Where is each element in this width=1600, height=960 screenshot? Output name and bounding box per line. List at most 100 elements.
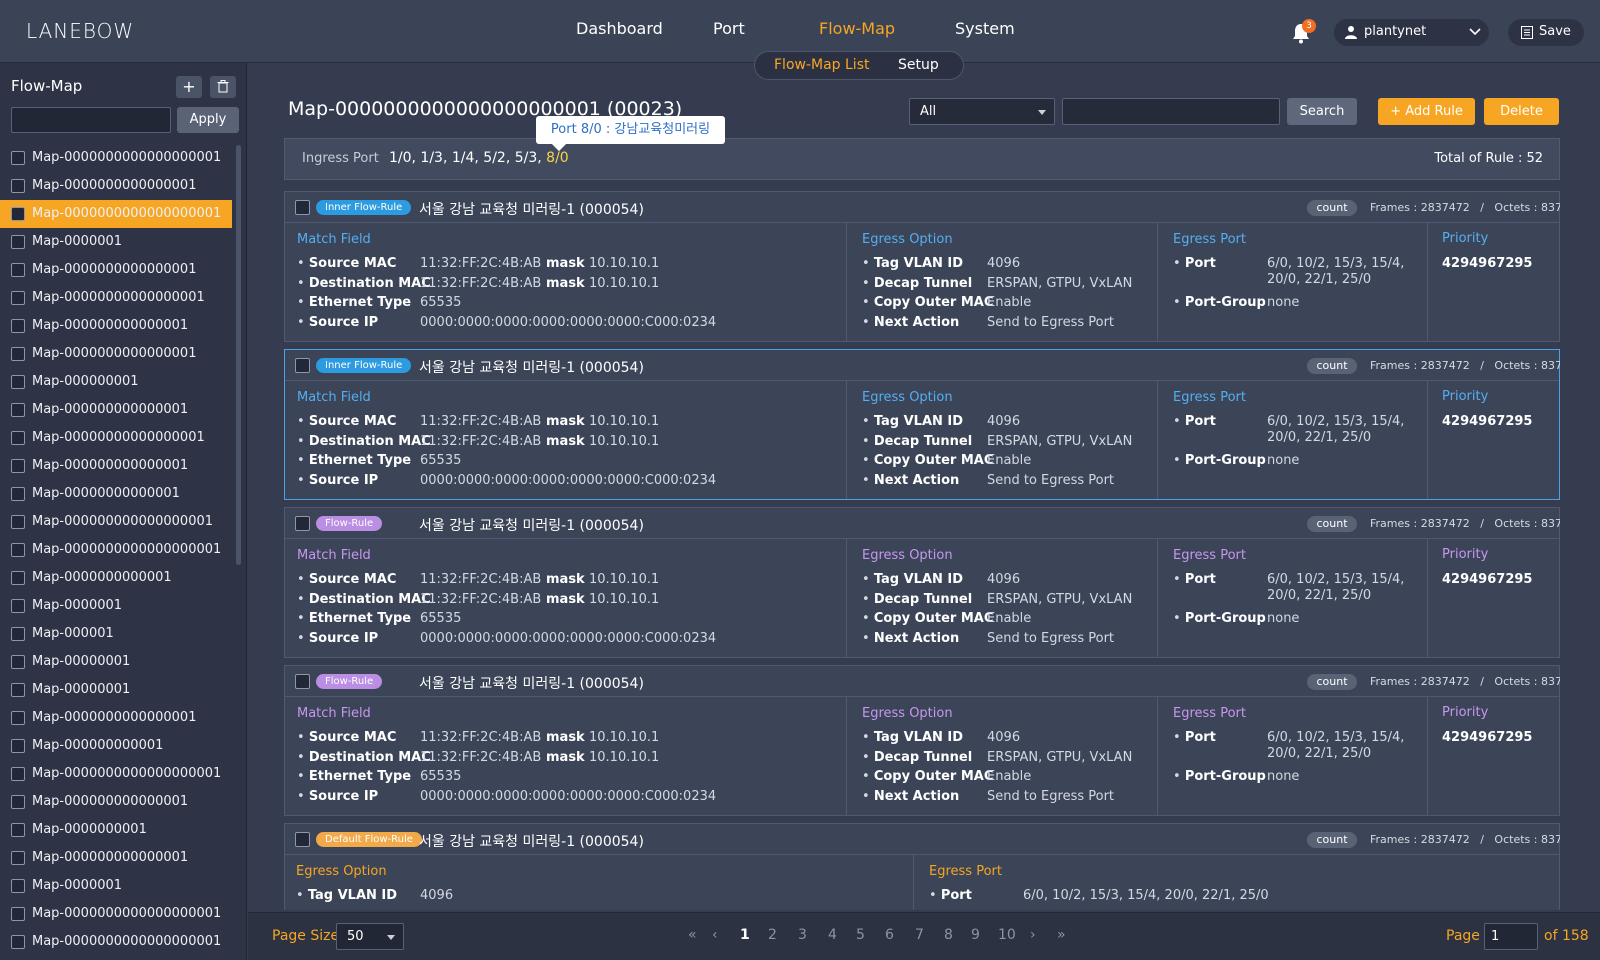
map-list-item[interactable]: Map-0000000000000001 <box>0 704 232 732</box>
map-checkbox[interactable] <box>11 179 25 193</box>
map-checkbox[interactable] <box>11 319 25 333</box>
map-list-item[interactable]: Map-0000000000000000001 <box>0 900 232 928</box>
map-checkbox[interactable] <box>11 151 25 165</box>
nav-dashboard[interactable]: Dashboard <box>576 19 663 38</box>
map-list-item[interactable]: Map-0000000000000000001 <box>0 928 232 956</box>
page-number-input[interactable] <box>1484 923 1538 950</box>
map-list-item[interactable]: Map-000000001 <box>0 368 232 396</box>
map-filter-input[interactable] <box>11 107 171 133</box>
map-list-item[interactable]: Map-0000000000000000001 <box>0 536 232 564</box>
rule-checkbox[interactable] <box>295 674 310 689</box>
delete-button[interactable]: Delete <box>1484 98 1559 125</box>
map-list-item[interactable]: Map-0000000001 <box>0 816 232 844</box>
map-list-item[interactable]: Map-000000000000001 <box>0 312 232 340</box>
map-checkbox[interactable] <box>11 515 25 529</box>
map-checkbox[interactable] <box>11 347 25 361</box>
map-list-item[interactable]: Map-000000000000001 <box>0 788 232 816</box>
nav-system[interactable]: System <box>955 19 1015 38</box>
rule-card[interactable]: Flow-Rule 서울 강남 교육청 미러링-1 (000054) count Fr… <box>284 665 1560 816</box>
rule-checkbox[interactable] <box>295 516 310 531</box>
map-checkbox[interactable] <box>11 711 25 725</box>
map-list-item[interactable]: Map-000001 <box>0 620 232 648</box>
map-list-item[interactable]: Map-000000000000000001 <box>0 508 232 536</box>
map-checkbox[interactable] <box>11 683 25 697</box>
map-checkbox[interactable] <box>11 291 25 305</box>
map-checkbox[interactable] <box>11 207 25 221</box>
map-list-item[interactable]: Map-00000000000000001 <box>0 424 232 452</box>
map-list-item[interactable]: Map-000000000000001 <box>0 396 232 424</box>
page-link[interactable]: 2 <box>768 927 777 943</box>
map-list-item[interactable]: Map-00000000000000001 <box>0 284 232 312</box>
map-list-item[interactable]: Map-00000001 <box>0 676 232 704</box>
page-link[interactable]: 7 <box>915 927 924 943</box>
add-map-button[interactable]: + <box>176 76 202 98</box>
page-size-select[interactable]: 50 <box>336 923 404 950</box>
map-checkbox[interactable] <box>11 235 25 249</box>
map-list-item[interactable]: Map-000000000001 <box>0 732 232 760</box>
map-checkbox[interactable] <box>11 543 25 557</box>
map-list-item[interactable]: Map-000000000000001 <box>0 452 232 480</box>
ingress-port-highlight[interactable]: 8/0 <box>546 150 569 166</box>
map-checkbox[interactable] <box>11 487 25 501</box>
map-checkbox[interactable] <box>11 431 25 445</box>
map-list-item[interactable]: Map-0000000000000000001 <box>0 200 232 228</box>
rule-checkbox[interactable] <box>295 358 310 373</box>
page-link[interactable]: 3 <box>798 927 807 943</box>
save-button[interactable]: Save <box>1508 19 1584 46</box>
next-page-icon[interactable]: › <box>1030 927 1036 943</box>
first-page-icon[interactable]: « <box>688 927 697 943</box>
map-list-item[interactable]: Map-0000000000001 <box>0 564 232 592</box>
rule-card[interactable]: Flow-Rule 서울 강남 교육청 미러링-1 (000054) count Fr… <box>284 507 1560 658</box>
search-button[interactable]: Search <box>1287 98 1357 125</box>
page-link[interactable]: 9 <box>971 927 980 943</box>
map-checkbox[interactable] <box>11 823 25 837</box>
page-link[interactable]: 5 <box>856 927 865 943</box>
search-input[interactable] <box>1062 98 1280 125</box>
map-checkbox[interactable] <box>11 935 25 949</box>
rule-card[interactable]: Inner Flow-Rule 서울 강남 교육청 미러링-1 (000054) c… <box>284 191 1560 342</box>
map-checkbox[interactable] <box>11 627 25 641</box>
rule-filter-select[interactable]: All <box>909 98 1055 125</box>
map-checkbox[interactable] <box>11 907 25 921</box>
rule-checkbox[interactable] <box>295 200 310 215</box>
map-checkbox[interactable] <box>11 767 25 781</box>
rule-checkbox[interactable] <box>295 832 310 847</box>
map-checkbox[interactable] <box>11 739 25 753</box>
add-rule-button[interactable]: + Add Rule <box>1378 98 1475 125</box>
page-link[interactable]: 1 <box>740 927 750 943</box>
user-menu[interactable]: plantynet <box>1334 19 1489 46</box>
map-checkbox[interactable] <box>11 851 25 865</box>
nav-port[interactable]: Port <box>713 19 745 38</box>
map-checkbox[interactable] <box>11 375 25 389</box>
delete-map-button[interactable] <box>210 76 236 98</box>
last-page-icon[interactable]: » <box>1057 927 1066 943</box>
tab-setup[interactable]: Setup <box>898 57 939 73</box>
map-checkbox[interactable] <box>11 571 25 585</box>
map-list-item[interactable]: Map-0000000000000001 <box>0 256 232 284</box>
map-list-item[interactable]: Map-0000001 <box>0 228 232 256</box>
prev-page-icon[interactable]: ‹ <box>712 927 718 943</box>
map-checkbox[interactable] <box>11 879 25 893</box>
map-checkbox[interactable] <box>11 655 25 669</box>
map-list-item[interactable]: Map-0000001 <box>0 872 232 900</box>
map-checkbox[interactable] <box>11 263 25 277</box>
apply-button[interactable]: Apply <box>177 107 239 133</box>
default-rule-card[interactable]: Default Flow-Rule 서울 강남 교육청 미러링-1 (000054… <box>284 823 1560 910</box>
map-list-item[interactable]: Map-0000000000000001 <box>0 340 232 368</box>
page-link[interactable]: 10 <box>998 927 1016 943</box>
map-list-item[interactable]: Map-0000001 <box>0 592 232 620</box>
page-link[interactable]: 4 <box>828 927 837 943</box>
map-list-item[interactable]: Map-000000000000001 <box>0 844 232 872</box>
nav-flow-map[interactable]: Flow-Map <box>819 19 895 38</box>
map-checkbox[interactable] <box>11 403 25 417</box>
map-checkbox[interactable] <box>11 599 25 613</box>
map-list-item[interactable]: Map-00000001 <box>0 648 232 676</box>
rule-card[interactable]: Inner Flow-Rule 서울 강남 교육청 미러링-1 (000054) c… <box>284 349 1560 500</box>
map-list-item[interactable]: Map-0000000000000000001 <box>0 760 232 788</box>
sidebar-scrollbar[interactable] <box>236 145 241 565</box>
page-link[interactable]: 8 <box>944 927 953 943</box>
map-list-item[interactable]: Map-00000000000001 <box>0 480 232 508</box>
map-list-item[interactable]: Map-0000000000000001 <box>0 172 232 200</box>
tab-flow-map-list[interactable]: Flow-Map List <box>774 57 869 73</box>
map-checkbox[interactable] <box>11 795 25 809</box>
